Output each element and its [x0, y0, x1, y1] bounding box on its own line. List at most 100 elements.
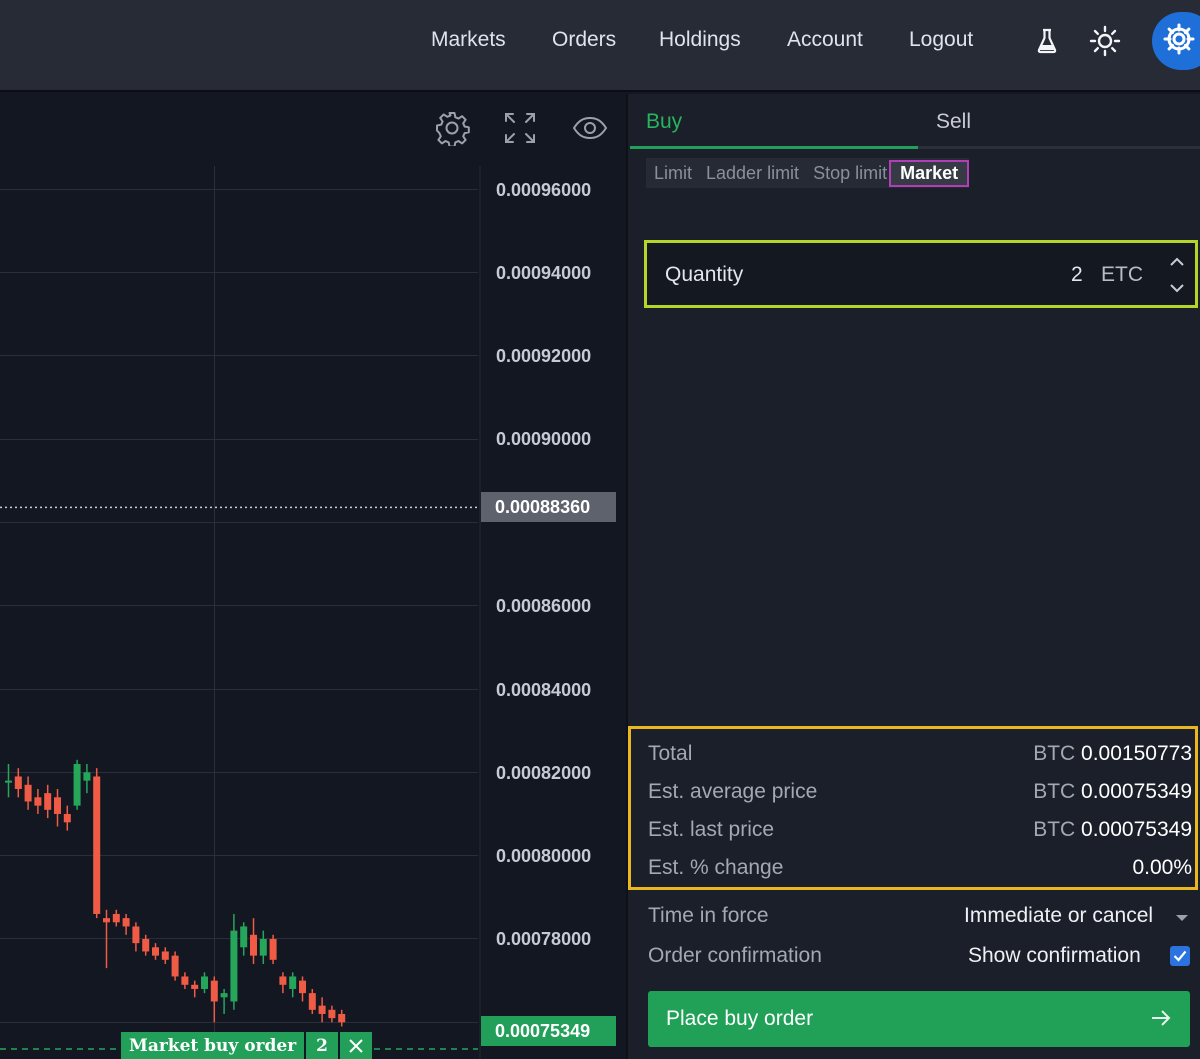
candle-body	[318, 1005, 326, 1014]
price-tick: 0.00090000	[496, 429, 592, 449]
time-in-force-label: Time in force	[648, 904, 769, 927]
candlestick-plot	[0, 506, 478, 1050]
candle-body	[171, 955, 179, 977]
quantity-field[interactable]: Quantity 2 ETC	[644, 240, 1198, 308]
summary-amount: 0.00075349	[1081, 780, 1192, 803]
summary-amount: 0.00075349	[1081, 818, 1192, 841]
price-tick: 0.00084000	[496, 680, 592, 700]
summary-amount: 0.00150773	[1081, 742, 1192, 765]
candle-body	[279, 976, 287, 985]
time-in-force-select[interactable]: Immediate or cancel	[964, 904, 1153, 928]
order-price-tag: 0.00075349	[481, 1016, 616, 1046]
candle-body	[201, 976, 208, 989]
top-navigation-bar: Markets Orders Holdings Account Logout	[0, 0, 1200, 92]
price-tick: 0.00092000	[496, 346, 592, 366]
order-type-ladder-limit[interactable]: Ladder limit	[706, 163, 799, 184]
show-confirmation-checkbox[interactable]	[1170, 946, 1190, 966]
close-icon	[349, 1038, 363, 1053]
summary-currency: BTC	[1033, 818, 1076, 841]
summary-label: Est. average price	[648, 780, 818, 803]
show-confirmation-label[interactable]: Show confirmation	[968, 944, 1141, 968]
candle-body	[63, 813, 71, 823]
candle-body	[44, 793, 52, 810]
quantity-stepper[interactable]	[1161, 249, 1193, 299]
candle-body	[289, 976, 297, 989]
order-summary: Total BTC 0.00150773 Est. average price …	[628, 726, 1198, 890]
candle-body	[142, 938, 150, 952]
quantity-label: Quantity	[665, 263, 744, 286]
candle-body	[152, 947, 159, 956]
summary-currency: BTC	[1033, 742, 1076, 765]
order-label-quantity: 2	[306, 1032, 338, 1059]
candle-body	[93, 776, 101, 914]
candle-body	[299, 980, 306, 994]
candle-body	[122, 918, 130, 927]
cancel-order-button[interactable]	[340, 1032, 372, 1059]
chevron-down-icon	[1176, 915, 1188, 921]
order-panel: Buy Sell Limit Ladder limit Stop limit M…	[626, 94, 1200, 1059]
candle-body	[191, 984, 199, 989]
candle-body	[161, 951, 169, 960]
order-label-text: Market buy order	[121, 1032, 305, 1059]
candle-body	[250, 934, 257, 956]
summary-label: Total	[648, 742, 693, 765]
current-price-tag: 0.00088360	[481, 492, 616, 522]
price-tick: 0.00080000	[496, 846, 592, 866]
summary-value: BTC 0.00075349	[1033, 780, 1192, 804]
order-confirmation-row: Order confirmation Show confirmation	[648, 942, 1190, 972]
summary-avg-price-row: Est. average price BTC 0.00075349	[648, 777, 1192, 807]
gear-icon	[1162, 22, 1196, 61]
place-buy-order-label: Place buy order	[666, 1007, 814, 1030]
candle-body	[112, 913, 120, 923]
candle-body	[210, 980, 218, 1002]
order-confirmation-label: Order confirmation	[648, 944, 822, 967]
order-type-stop-limit[interactable]: Stop limit	[813, 163, 887, 184]
nav-account-link[interactable]: Account	[787, 28, 863, 52]
quantity-unit: ETC	[1101, 263, 1143, 286]
chevron-down-icon	[1170, 284, 1184, 293]
market-buy-order-label[interactable]: Market buy order 2	[121, 1032, 372, 1059]
candle-body	[5, 780, 12, 783]
summary-last-price-row: Est. last price BTC 0.00075349	[648, 815, 1192, 845]
arrow-right-icon	[1152, 1010, 1171, 1026]
candle-body	[328, 1009, 336, 1019]
price-chart[interactable]: 0.00096000 0.00094000 0.00092000 0.00090…	[0, 94, 626, 1059]
place-buy-order-button[interactable]: Place buy order	[648, 991, 1190, 1047]
time-in-force-row: Time in force Immediate or cancel	[648, 902, 1190, 932]
order-type-market[interactable]: Market	[889, 159, 970, 187]
settings-button[interactable]	[1152, 12, 1200, 70]
price-tick: 0.00082000	[496, 763, 592, 783]
summary-value: BTC 0.00150773	[1033, 742, 1192, 766]
candle-body	[338, 1013, 346, 1023]
order-type-selector: Limit Ladder limit Stop limit Market	[646, 158, 970, 188]
summary-label: Est. last price	[648, 818, 775, 841]
candle-body	[54, 797, 61, 814]
sun-icon[interactable]	[1088, 24, 1122, 58]
candle-body	[269, 938, 277, 960]
nav-holdings-link[interactable]: Holdings	[659, 28, 741, 52]
order-type-limit[interactable]: Limit	[654, 163, 692, 184]
candle-body	[14, 776, 22, 789]
candle-body	[132, 926, 140, 944]
summary-label: Est. % change	[648, 856, 784, 879]
candle-body	[103, 918, 110, 923]
nav-logout-link[interactable]: Logout	[909, 28, 973, 52]
summary-currency: BTC	[1033, 780, 1076, 803]
check-icon	[1173, 950, 1187, 962]
candle-body	[181, 976, 189, 985]
price-tick: 0.00096000	[496, 180, 592, 200]
candle-body	[220, 993, 228, 998]
summary-value: 0.00%	[1132, 856, 1192, 880]
nav-markets-link[interactable]: Markets	[431, 28, 506, 52]
quantity-value[interactable]: 2	[1071, 263, 1083, 287]
tab-sell[interactable]: Sell	[936, 110, 971, 134]
price-tick: 0.00086000	[496, 596, 592, 616]
flask-icon[interactable]	[1030, 24, 1064, 58]
nav-orders-link[interactable]: Orders	[552, 28, 616, 52]
summary-change-row: Est. % change 0.00%	[648, 853, 1192, 883]
current-price-value: 0.00088360	[495, 496, 591, 517]
candle-body	[240, 926, 248, 948]
candle-body	[230, 930, 238, 1002]
summary-value: BTC 0.00075349	[1033, 818, 1192, 842]
tab-buy[interactable]: Buy	[646, 110, 682, 134]
